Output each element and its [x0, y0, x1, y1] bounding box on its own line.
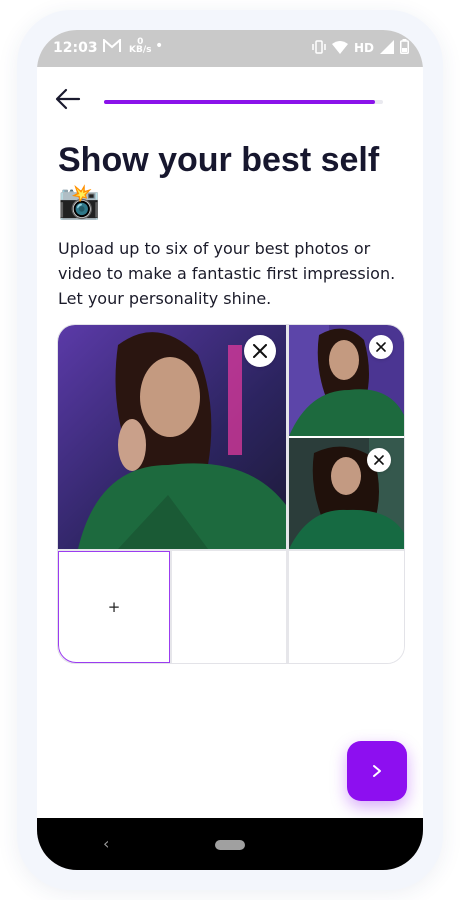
back-button[interactable] — [55, 88, 85, 114]
status-bar: 12:03 0 KB/s • HD — [37, 30, 423, 67]
nav-back-button[interactable]: ‹ — [103, 834, 109, 853]
photo-slot-1[interactable] — [58, 325, 286, 549]
wifi-icon — [331, 40, 348, 57]
camera-flash-icon: 📸 — [58, 183, 101, 221]
system-nav-bar: ‹ — [37, 818, 423, 870]
battery-icon — [400, 39, 409, 57]
signal-icon — [380, 39, 394, 57]
photo-grid: + — [57, 324, 405, 664]
arrow-left-icon — [55, 88, 81, 110]
page-description: Upload up to six of your best photos or … — [58, 239, 396, 308]
remove-photo-button[interactable] — [244, 335, 276, 367]
phone-screen: 12:03 0 KB/s • HD Show your best self 📸 … — [37, 30, 423, 870]
remove-photo-button[interactable] — [367, 448, 391, 472]
status-time: 12:03 — [53, 40, 98, 56]
chevron-right-icon — [373, 765, 381, 777]
photo-slot-3[interactable] — [289, 438, 404, 549]
network-speed: 0 KB/s — [129, 37, 152, 55]
status-icons: HD — [312, 39, 409, 57]
remove-photo-button[interactable] — [369, 335, 393, 359]
progress-bar-fill — [104, 100, 375, 104]
next-button[interactable] — [347, 741, 407, 801]
plus-icon: + — [107, 598, 121, 616]
vibrate-icon — [312, 39, 326, 57]
empty-photo-slot[interactable] — [172, 551, 286, 663]
gmail-icon — [103, 37, 121, 57]
nav-home-button[interactable] — [215, 840, 245, 850]
add-photo-slot[interactable]: + — [58, 551, 170, 663]
notification-dot-icon: • — [155, 38, 164, 54]
page-title: Show your best self 📸 — [58, 140, 398, 222]
empty-photo-slot[interactable] — [289, 551, 404, 663]
page-title-text: Show your best self — [58, 141, 380, 179]
close-icon — [376, 342, 386, 352]
network-type: HD — [353, 41, 374, 55]
close-icon — [374, 455, 384, 465]
photo-slot-2[interactable] — [289, 325, 404, 436]
close-icon — [253, 344, 267, 358]
progress-bar — [104, 100, 383, 104]
